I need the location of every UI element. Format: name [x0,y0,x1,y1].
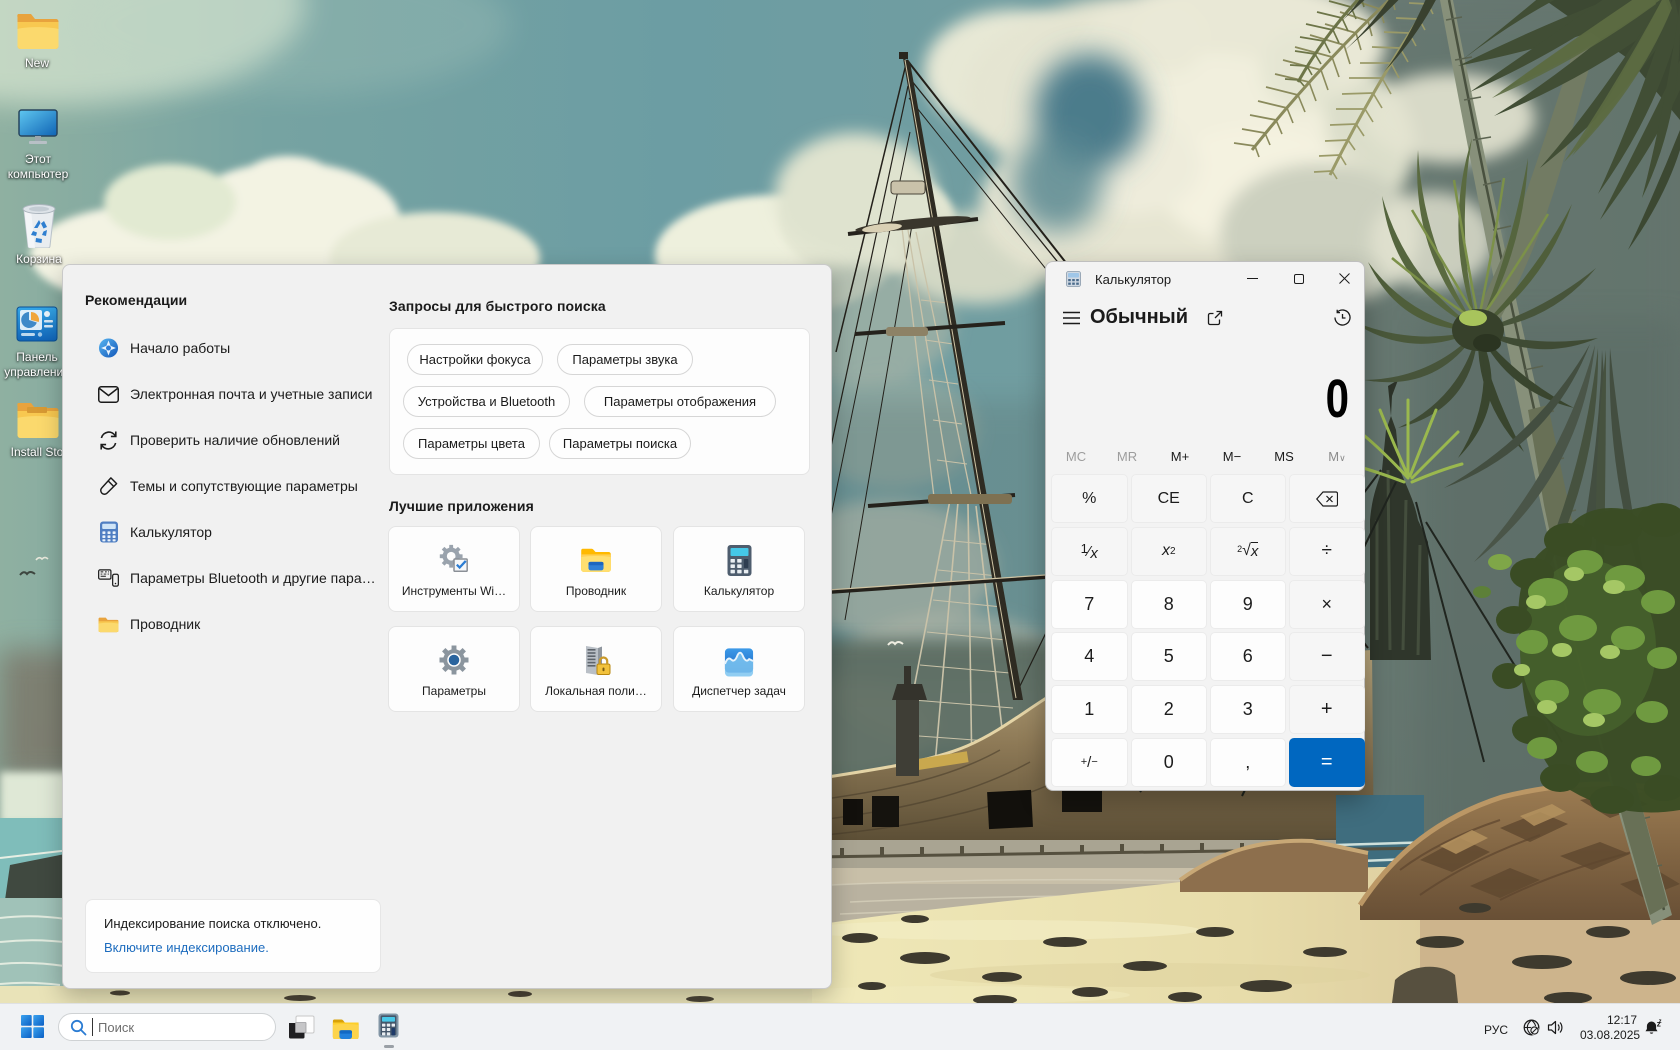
svg-text:z: z [1659,1019,1662,1025]
